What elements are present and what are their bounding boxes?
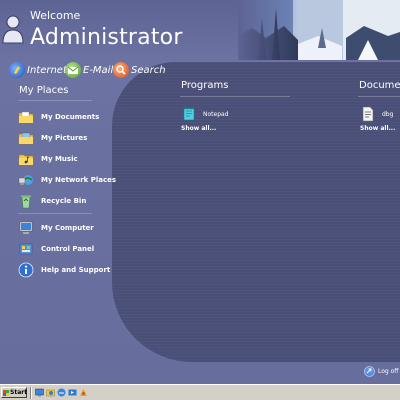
- internet-link[interactable]: Internet: [9, 60, 67, 80]
- folder-music-icon: [18, 151, 34, 167]
- nav-help-and-support[interactable]: Help and Support: [18, 262, 110, 278]
- nav-label: My Computer: [41, 224, 94, 232]
- documents-show-all-link[interactable]: Show all...: [360, 125, 395, 132]
- program-label: Notepad: [203, 110, 229, 118]
- nav-control-panel[interactable]: Control Panel: [18, 241, 94, 257]
- start-label: Start: [10, 389, 28, 396]
- nav-label: My Network Places: [41, 176, 117, 184]
- folder-documents-icon: [18, 109, 34, 125]
- document-icon: [360, 106, 376, 122]
- program-item-notepad[interactable]: Notepad: [181, 106, 229, 122]
- nav-my-network-places[interactable]: My Network Places: [18, 172, 116, 188]
- notepad-icon: [181, 106, 197, 122]
- log-off-button[interactable]: Log off: [364, 366, 398, 377]
- nav-label: Recycle Bin: [41, 197, 87, 205]
- explorer-icon[interactable]: [46, 388, 55, 397]
- user-name: Administrator: [30, 25, 183, 50]
- document-item-dbg[interactable]: dbg: [360, 106, 393, 122]
- document-label: dbg: [382, 110, 394, 118]
- programs-divider: [180, 96, 290, 97]
- nav-my-computer[interactable]: My Computer: [18, 220, 94, 236]
- help-icon: [18, 262, 34, 278]
- nav-my-music[interactable]: My Music: [18, 151, 78, 167]
- programs-show-all-link[interactable]: Show all...: [181, 125, 216, 132]
- email-link[interactable]: E-Mail: [65, 60, 113, 80]
- media-icon[interactable]: [68, 388, 77, 397]
- outlook-icon[interactable]: [79, 388, 88, 397]
- network-places-icon: [18, 172, 34, 188]
- taskbar-separator: [30, 387, 32, 399]
- log-off-icon: [364, 366, 375, 377]
- winter-scene-image: [238, 0, 400, 60]
- documents-title: Documen: [359, 80, 400, 91]
- nav-label: My Pictures: [41, 134, 88, 142]
- start-button[interactable]: Start: [1, 387, 27, 398]
- control-panel-icon: [18, 241, 34, 257]
- internet-label: Internet: [27, 64, 67, 76]
- desktop-icon[interactable]: [35, 388, 44, 397]
- welcome-label: Welcome: [30, 9, 81, 22]
- nav-label: Control Panel: [41, 245, 95, 253]
- recycle-bin-icon: [18, 193, 34, 209]
- search-link[interactable]: Search: [113, 60, 166, 80]
- documents-divider: [358, 96, 400, 97]
- nav-my-pictures[interactable]: My Pictures: [18, 130, 87, 146]
- taskbar: Start: [0, 384, 400, 400]
- email-label: E-Mail: [83, 64, 114, 76]
- nav-my-documents[interactable]: My Documents: [18, 109, 99, 125]
- content-panel: [112, 62, 400, 362]
- my-places-title: My Places: [19, 85, 69, 96]
- search-label: Search: [131, 64, 166, 76]
- ie-icon[interactable]: [57, 388, 66, 397]
- internet-icon: [9, 62, 25, 78]
- computer-icon: [18, 220, 34, 236]
- nav-label: My Documents: [41, 113, 100, 121]
- nav-label: My Music: [41, 155, 78, 163]
- nav-recycle-bin[interactable]: Recycle Bin: [18, 193, 86, 209]
- email-icon: [65, 62, 81, 78]
- user-avatar-icon: [2, 15, 24, 44]
- log-off-label: Log off: [378, 368, 399, 375]
- my-places-divider: [18, 100, 92, 101]
- folder-pictures-icon: [18, 130, 34, 146]
- nav-label: Help and Support: [41, 266, 111, 274]
- nav-group-divider: [18, 213, 92, 214]
- search-icon: [113, 62, 129, 78]
- windows-logo-icon: [3, 389, 9, 396]
- programs-title: Programs: [181, 80, 229, 91]
